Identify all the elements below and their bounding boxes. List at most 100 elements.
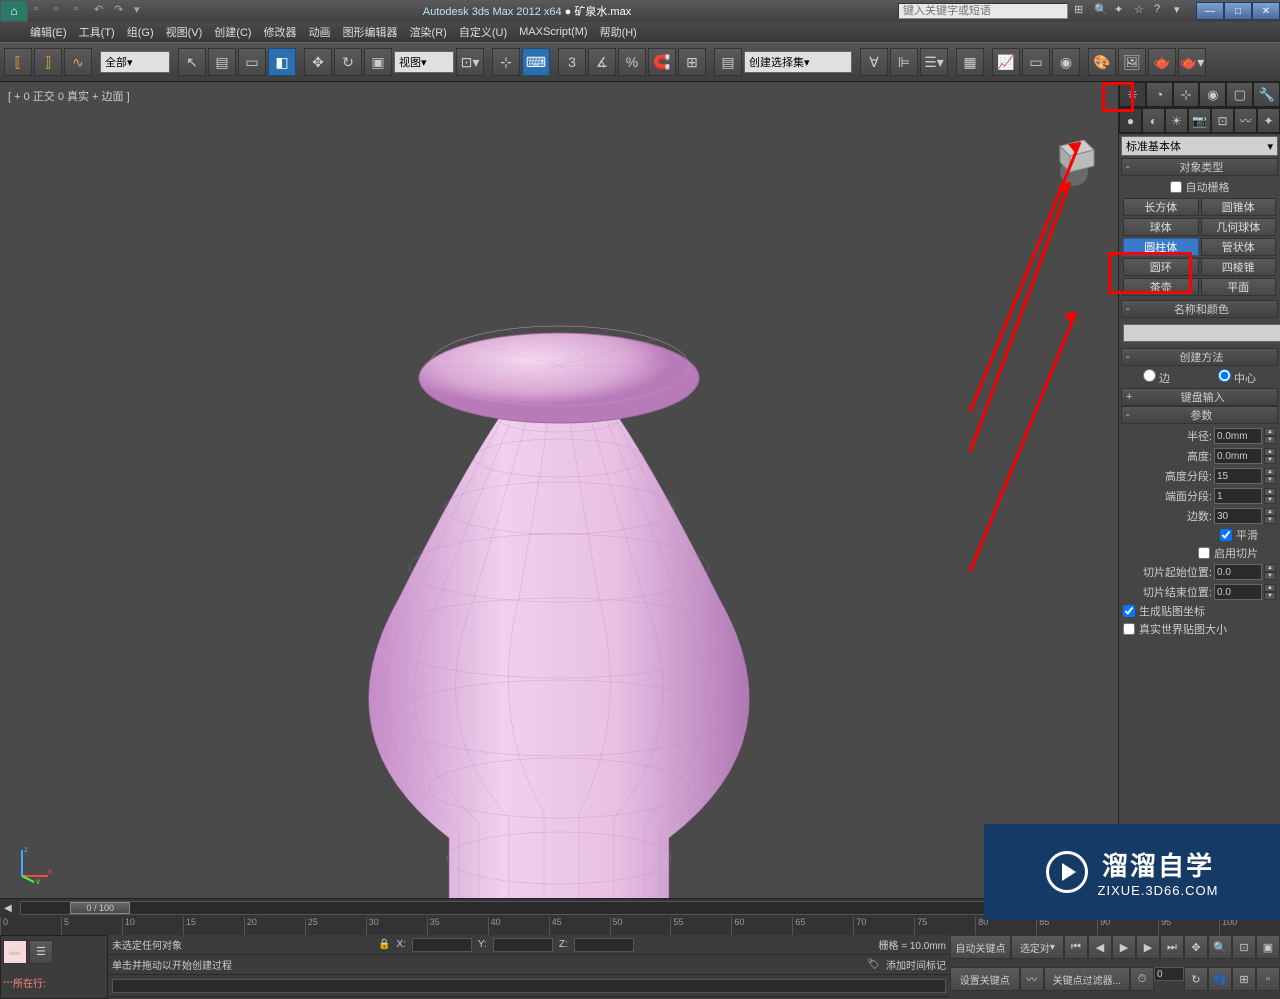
keyboard-shortcut-icon[interactable]: ⌨ <box>522 48 550 76</box>
nav-maximize-button[interactable]: ⊞ <box>1232 967 1256 991</box>
real-world-checkbox[interactable] <box>1123 623 1135 635</box>
spin-down[interactable]: ▼ <box>1264 496 1276 504</box>
slice-from-spinner[interactable] <box>1214 564 1262 580</box>
obj-pyramid-button[interactable]: 四棱锥 <box>1201 258 1277 276</box>
lock-icon[interactable]: 🔒 <box>378 939 390 950</box>
undo-icon[interactable]: ↶ <box>94 3 110 19</box>
goto-end-button[interactable]: ⏭ <box>1160 935 1184 959</box>
selected-dropdown[interactable]: 选定对▾ <box>1011 935 1064 959</box>
menu-animation[interactable]: 动画 <box>309 24 331 40</box>
new-icon[interactable]: ▫ <box>34 3 50 19</box>
layer-icon[interactable]: ☰▾ <box>920 48 948 76</box>
spin-down[interactable]: ▼ <box>1264 476 1276 484</box>
menu-create[interactable]: 创建(C) <box>214 24 251 40</box>
key-filters-button[interactable]: 关键点过滤器... <box>1044 967 1130 991</box>
rotate-icon[interactable]: ↻ <box>334 48 362 76</box>
z-input[interactable] <box>574 938 634 952</box>
spin-up[interactable]: ▲ <box>1264 488 1276 496</box>
radio-center[interactable]: 中心 <box>1218 369 1256 386</box>
obj-cone-button[interactable]: 圆锥体 <box>1201 198 1277 216</box>
graphite-icon[interactable]: ▦ <box>956 48 984 76</box>
selection-filter-dropdown[interactable]: 全部▾ <box>100 51 170 73</box>
link-icon[interactable]: ⟦ <box>4 48 32 76</box>
tab-motion[interactable]: ◉ <box>1199 82 1226 107</box>
quick-render-icon[interactable]: 🫖▾ <box>1178 48 1206 76</box>
tab-utilities[interactable]: 🔧 <box>1253 82 1280 107</box>
scale-icon[interactable]: ▣ <box>364 48 392 76</box>
nav-zoom-button[interactable]: 🔍 <box>1208 935 1232 959</box>
select-region-icon[interactable]: ▭ <box>238 48 266 76</box>
app-icon[interactable]: ⌂ <box>0 0 28 22</box>
edged-faces-icon[interactable]: ⊞ <box>678 48 706 76</box>
height-spinner[interactable] <box>1214 448 1262 464</box>
spin-down[interactable]: ▼ <box>1264 572 1276 580</box>
spin-up[interactable]: ▲ <box>1264 508 1276 516</box>
next-frame-button[interactable]: ▶ <box>1136 935 1160 959</box>
auto-key-button[interactable]: 自动关键点 <box>950 935 1011 959</box>
obj-geosphere-button[interactable]: 几何球体 <box>1201 218 1277 236</box>
listener-icon[interactable]: ▬ <box>3 940 27 964</box>
angle-snap-icon[interactable]: ∡ <box>588 48 616 76</box>
y-input[interactable] <box>493 938 553 952</box>
radius-spinner[interactable] <box>1214 428 1262 444</box>
named-selset-icon[interactable]: ▤ <box>714 48 742 76</box>
bind-icon[interactable]: ∿ <box>64 48 92 76</box>
viewport[interactable]: z x y <box>0 82 1118 898</box>
nav-pan-button[interactable]: ✥ <box>1184 935 1208 959</box>
menu-customize[interactable]: 自定义(U) <box>459 24 507 40</box>
slice-on-checkbox[interactable] <box>1198 547 1210 559</box>
maximize-button[interactable]: □ <box>1224 2 1252 20</box>
add-time-tag[interactable]: 添加时间标记 <box>886 957 946 972</box>
rollout-name-color[interactable]: -名称和颜色 <box>1121 300 1278 318</box>
slider-arrow-left[interactable]: ◀ <box>4 903 12 914</box>
comm-center-icon[interactable]: ⊞ <box>1074 3 1090 19</box>
menu-edit[interactable]: 编辑(E) <box>30 24 67 40</box>
align-icon[interactable]: ⊫ <box>890 48 918 76</box>
tab-display[interactable]: ▢ <box>1226 82 1253 107</box>
subtab-systems[interactable]: ✦ <box>1257 108 1280 133</box>
menu-maxscript[interactable]: MAXScript(M) <box>519 26 587 38</box>
pivot-icon[interactable]: ⊡▾ <box>456 48 484 76</box>
nav-walk-button[interactable]: 👣 <box>1208 967 1232 991</box>
x-input[interactable] <box>412 938 472 952</box>
subtab-cameras[interactable]: 📷 <box>1188 108 1211 133</box>
open-icon[interactable]: ▫ <box>54 3 70 19</box>
menu-grapheditors[interactable]: 图形编辑器 <box>343 24 398 40</box>
play-button[interactable]: ▶ <box>1112 935 1136 959</box>
menu-rendering[interactable]: 渲染(R) <box>410 24 447 40</box>
spin-up[interactable]: ▲ <box>1264 428 1276 436</box>
render-icon[interactable]: 🫖 <box>1148 48 1176 76</box>
nav-region-button[interactable]: ▣ <box>1256 935 1280 959</box>
save-icon[interactable]: ▫ <box>74 3 90 19</box>
hseg-spinner[interactable] <box>1214 468 1262 484</box>
goto-start-button[interactable]: ⏮ <box>1064 935 1088 959</box>
subtab-shapes[interactable]: ◐ <box>1142 108 1165 133</box>
spinner-snap-icon[interactable]: 🧲 <box>648 48 676 76</box>
rendered-frame-icon[interactable]: 🖼 <box>1118 48 1146 76</box>
listener-more[interactable]: ☰ <box>29 940 53 964</box>
select-icon[interactable]: ↖ <box>178 48 206 76</box>
tab-modify[interactable]: ◔ <box>1146 82 1173 107</box>
render-setup-icon[interactable]: 🎨 <box>1088 48 1116 76</box>
material-editor-icon[interactable]: ◉ <box>1052 48 1080 76</box>
obj-sphere-button[interactable]: 球体 <box>1123 218 1199 236</box>
slice-to-spinner[interactable] <box>1214 584 1262 600</box>
search-icon[interactable]: 🔍 <box>1094 3 1110 19</box>
rollout-create-method[interactable]: -创建方法 <box>1121 348 1278 366</box>
spin-up[interactable]: ▲ <box>1264 584 1276 592</box>
named-selset-dropdown[interactable]: 创建选择集▾ <box>744 51 852 73</box>
pin-icon[interactable]: ✦ <box>1114 3 1130 19</box>
menu-views[interactable]: 视图(V) <box>166 24 203 40</box>
star-icon[interactable]: ☆ <box>1134 3 1150 19</box>
obj-tube-button[interactable]: 管状体 <box>1201 238 1277 256</box>
percent-snap-icon[interactable]: % <box>618 48 646 76</box>
menu-help[interactable]: 帮助(H) <box>600 24 637 40</box>
refcoord-dropdown[interactable]: 视图▾ <box>394 51 454 73</box>
move-icon[interactable]: ✥ <box>304 48 332 76</box>
obj-cylinder-button[interactable]: 圆柱体 <box>1123 238 1199 256</box>
subtab-spacewarps[interactable]: 〰 <box>1234 108 1257 133</box>
current-frame-input[interactable] <box>1154 967 1184 981</box>
obj-plane-button[interactable]: 平面 <box>1201 278 1277 296</box>
radio-edge[interactable]: 边 <box>1143 369 1170 386</box>
subtab-lights[interactable]: ☀ <box>1165 108 1188 133</box>
